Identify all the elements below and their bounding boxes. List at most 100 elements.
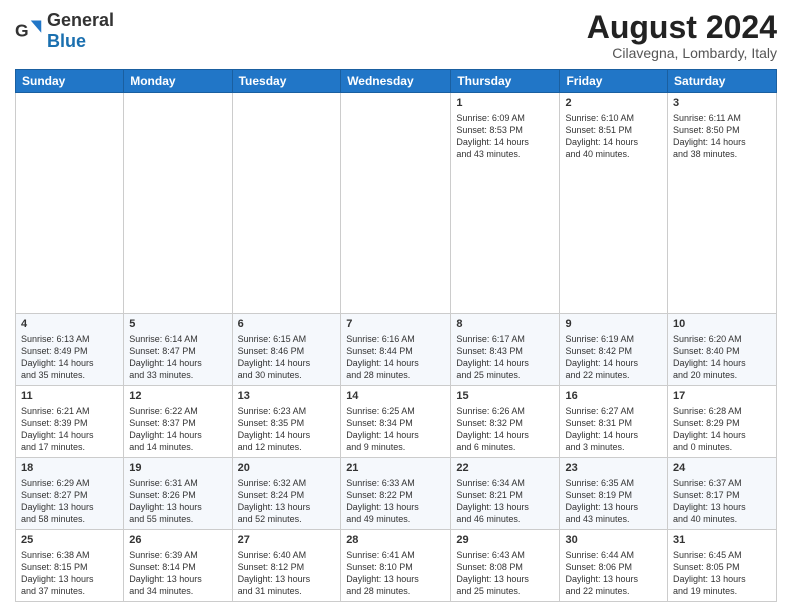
logo-blue: Blue [47,31,86,51]
calendar-cell: 1Sunrise: 6:09 AM Sunset: 8:53 PM Daylig… [451,93,560,314]
logo-general: General [47,10,114,30]
day-info: Sunrise: 6:09 AM Sunset: 8:53 PM Dayligh… [456,112,554,161]
day-number: 2 [565,96,662,111]
logo: G General Blue [15,10,114,52]
calendar-cell: 7Sunrise: 6:16 AM Sunset: 8:44 PM Daylig… [341,314,451,386]
day-number: 15 [456,389,554,404]
calendar-header-row: Sunday Monday Tuesday Wednesday Thursday… [16,70,777,93]
svg-text:G: G [15,20,29,40]
calendar-cell: 9Sunrise: 6:19 AM Sunset: 8:42 PM Daylig… [560,314,668,386]
day-info: Sunrise: 6:17 AM Sunset: 8:43 PM Dayligh… [456,333,554,382]
day-info: Sunrise: 6:14 AM Sunset: 8:47 PM Dayligh… [129,333,226,382]
calendar-cell: 16Sunrise: 6:27 AM Sunset: 8:31 PM Dayli… [560,386,668,458]
calendar-cell: 12Sunrise: 6:22 AM Sunset: 8:37 PM Dayli… [124,386,232,458]
page: G General Blue August 2024 Cilavegna, Lo… [0,0,792,612]
day-info: Sunrise: 6:39 AM Sunset: 8:14 PM Dayligh… [129,549,226,598]
header: G General Blue August 2024 Cilavegna, Lo… [15,10,777,61]
day-info: Sunrise: 6:26 AM Sunset: 8:32 PM Dayligh… [456,405,554,454]
day-number: 6 [238,317,336,332]
day-number: 12 [129,389,226,404]
col-sunday: Sunday [16,70,124,93]
day-number: 3 [673,96,771,111]
calendar-cell: 30Sunrise: 6:44 AM Sunset: 8:06 PM Dayli… [560,530,668,602]
day-info: Sunrise: 6:16 AM Sunset: 8:44 PM Dayligh… [346,333,445,382]
logo-text: General Blue [47,10,114,52]
calendar-cell: 3Sunrise: 6:11 AM Sunset: 8:50 PM Daylig… [668,93,777,314]
day-number: 27 [238,533,336,548]
day-info: Sunrise: 6:43 AM Sunset: 8:08 PM Dayligh… [456,549,554,598]
calendar-cell: 22Sunrise: 6:34 AM Sunset: 8:21 PM Dayli… [451,458,560,530]
day-number: 17 [673,389,771,404]
day-number: 13 [238,389,336,404]
day-number: 31 [673,533,771,548]
day-info: Sunrise: 6:35 AM Sunset: 8:19 PM Dayligh… [565,477,662,526]
calendar-cell: 25Sunrise: 6:38 AM Sunset: 8:15 PM Dayli… [16,530,124,602]
calendar-cell [124,93,232,314]
location-subtitle: Cilavegna, Lombardy, Italy [587,45,777,61]
day-number: 30 [565,533,662,548]
calendar-cell: 8Sunrise: 6:17 AM Sunset: 8:43 PM Daylig… [451,314,560,386]
day-number: 16 [565,389,662,404]
calendar-cell: 13Sunrise: 6:23 AM Sunset: 8:35 PM Dayli… [232,386,341,458]
day-info: Sunrise: 6:44 AM Sunset: 8:06 PM Dayligh… [565,549,662,598]
day-number: 7 [346,317,445,332]
col-monday: Monday [124,70,232,93]
day-info: Sunrise: 6:15 AM Sunset: 8:46 PM Dayligh… [238,333,336,382]
col-tuesday: Tuesday [232,70,341,93]
day-number: 11 [21,389,118,404]
day-number: 25 [21,533,118,548]
calendar-cell: 26Sunrise: 6:39 AM Sunset: 8:14 PM Dayli… [124,530,232,602]
week-row-5: 25Sunrise: 6:38 AM Sunset: 8:15 PM Dayli… [16,530,777,602]
day-info: Sunrise: 6:20 AM Sunset: 8:40 PM Dayligh… [673,333,771,382]
day-info: Sunrise: 6:38 AM Sunset: 8:15 PM Dayligh… [21,549,118,598]
day-info: Sunrise: 6:40 AM Sunset: 8:12 PM Dayligh… [238,549,336,598]
col-thursday: Thursday [451,70,560,93]
day-info: Sunrise: 6:11 AM Sunset: 8:50 PM Dayligh… [673,112,771,161]
day-info: Sunrise: 6:22 AM Sunset: 8:37 PM Dayligh… [129,405,226,454]
day-number: 9 [565,317,662,332]
calendar-table: Sunday Monday Tuesday Wednesday Thursday… [15,69,777,602]
day-number: 24 [673,461,771,476]
day-info: Sunrise: 6:21 AM Sunset: 8:39 PM Dayligh… [21,405,118,454]
week-row-1: 1Sunrise: 6:09 AM Sunset: 8:53 PM Daylig… [16,93,777,314]
day-info: Sunrise: 6:31 AM Sunset: 8:26 PM Dayligh… [129,477,226,526]
day-number: 10 [673,317,771,332]
day-info: Sunrise: 6:25 AM Sunset: 8:34 PM Dayligh… [346,405,445,454]
calendar-cell: 31Sunrise: 6:45 AM Sunset: 8:05 PM Dayli… [668,530,777,602]
calendar-cell: 27Sunrise: 6:40 AM Sunset: 8:12 PM Dayli… [232,530,341,602]
day-number: 22 [456,461,554,476]
col-friday: Friday [560,70,668,93]
day-info: Sunrise: 6:34 AM Sunset: 8:21 PM Dayligh… [456,477,554,526]
col-saturday: Saturday [668,70,777,93]
day-info: Sunrise: 6:27 AM Sunset: 8:31 PM Dayligh… [565,405,662,454]
day-info: Sunrise: 6:13 AM Sunset: 8:49 PM Dayligh… [21,333,118,382]
day-number: 19 [129,461,226,476]
calendar-cell: 23Sunrise: 6:35 AM Sunset: 8:19 PM Dayli… [560,458,668,530]
calendar-cell: 19Sunrise: 6:31 AM Sunset: 8:26 PM Dayli… [124,458,232,530]
calendar-cell: 6Sunrise: 6:15 AM Sunset: 8:46 PM Daylig… [232,314,341,386]
day-number: 14 [346,389,445,404]
day-number: 8 [456,317,554,332]
day-info: Sunrise: 6:19 AM Sunset: 8:42 PM Dayligh… [565,333,662,382]
calendar-cell: 24Sunrise: 6:37 AM Sunset: 8:17 PM Dayli… [668,458,777,530]
calendar-cell: 21Sunrise: 6:33 AM Sunset: 8:22 PM Dayli… [341,458,451,530]
day-number: 20 [238,461,336,476]
calendar-cell: 11Sunrise: 6:21 AM Sunset: 8:39 PM Dayli… [16,386,124,458]
general-blue-icon: G [15,17,43,45]
day-number: 1 [456,96,554,111]
calendar-cell: 15Sunrise: 6:26 AM Sunset: 8:32 PM Dayli… [451,386,560,458]
day-info: Sunrise: 6:32 AM Sunset: 8:24 PM Dayligh… [238,477,336,526]
day-number: 29 [456,533,554,548]
day-info: Sunrise: 6:29 AM Sunset: 8:27 PM Dayligh… [21,477,118,526]
month-year-title: August 2024 [587,10,777,45]
day-number: 23 [565,461,662,476]
calendar-cell [16,93,124,314]
calendar-cell: 14Sunrise: 6:25 AM Sunset: 8:34 PM Dayli… [341,386,451,458]
calendar-cell [341,93,451,314]
calendar-cell: 17Sunrise: 6:28 AM Sunset: 8:29 PM Dayli… [668,386,777,458]
day-number: 26 [129,533,226,548]
day-number: 18 [21,461,118,476]
day-number: 21 [346,461,445,476]
day-info: Sunrise: 6:23 AM Sunset: 8:35 PM Dayligh… [238,405,336,454]
day-info: Sunrise: 6:10 AM Sunset: 8:51 PM Dayligh… [565,112,662,161]
